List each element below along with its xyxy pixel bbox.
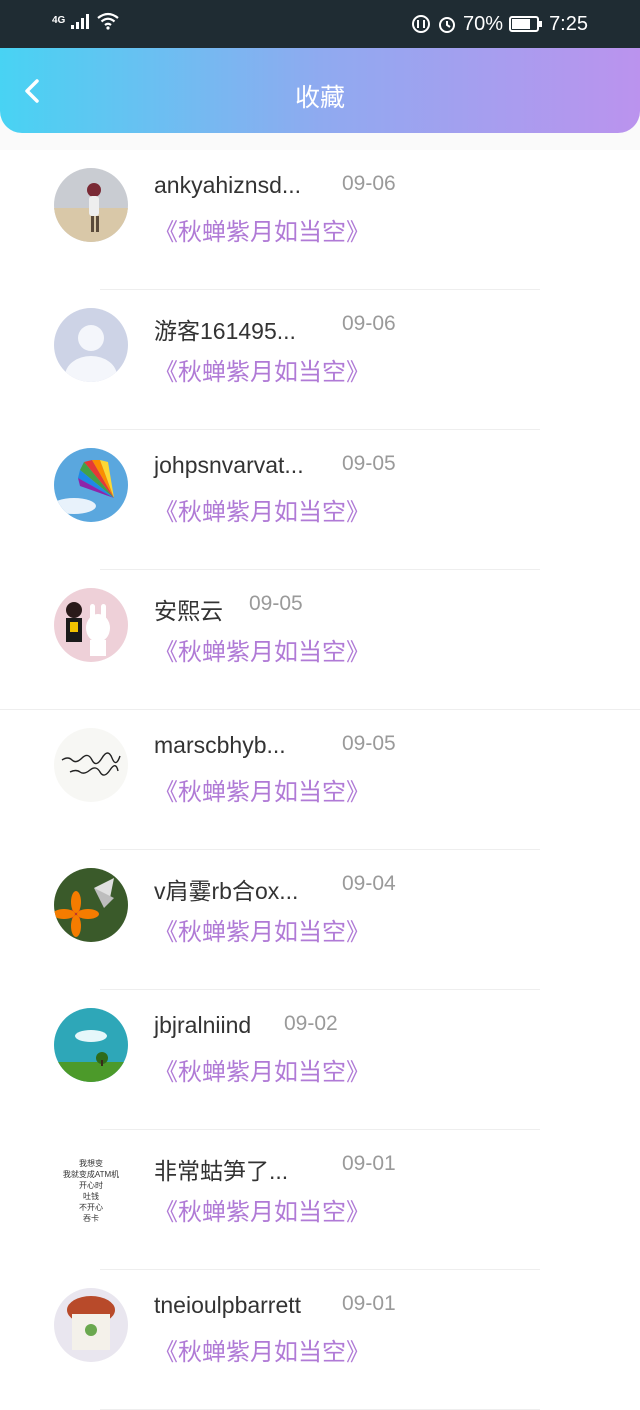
- user-name: 游客161495...: [154, 318, 296, 344]
- avatar[interactable]: [54, 448, 128, 522]
- favorite-date: 09-05: [342, 452, 396, 475]
- user-name: 非常蛄笋了...: [154, 1158, 289, 1184]
- list-item[interactable]: 游客161495... 09-06 《秋蝉紫月如当空》: [0, 290, 640, 430]
- work-title[interactable]: 《秋蝉紫月如当空》: [154, 772, 370, 807]
- clock: 7:25: [549, 13, 588, 35]
- favorite-date: 09-01: [342, 1292, 396, 1315]
- data-saver-icon: [412, 15, 431, 33]
- user-name: johpsnvarvat...: [154, 452, 304, 478]
- avatar[interactable]: [54, 1288, 128, 1362]
- favorites-list: ankyahiznsd... 09-06 《秋蝉紫月如当空》 游客161495.…: [0, 150, 640, 1410]
- favorite-date: 09-05: [249, 592, 303, 615]
- list-item[interactable]: tneioulpbarrett 09-01 《秋蝉紫月如当空》: [0, 1270, 640, 1410]
- avatar[interactable]: [54, 1008, 128, 1082]
- favorite-date: 09-06: [342, 312, 396, 335]
- list-item[interactable]: ankyahiznsd... 09-06 《秋蝉紫月如当空》: [0, 150, 640, 290]
- favorite-date: 09-06: [342, 172, 396, 195]
- work-title[interactable]: 《秋蝉紫月如当空》: [154, 912, 370, 947]
- list-item[interactable]: v肩霎rb合ox... 09-04 《秋蝉紫月如当空》: [0, 850, 640, 990]
- favorite-date: 09-02: [284, 1012, 338, 1035]
- work-title[interactable]: 《秋蝉紫月如当空》: [154, 212, 370, 247]
- user-name: ankyahiznsd...: [154, 172, 302, 198]
- page-title: 收藏: [294, 84, 345, 112]
- avatar[interactable]: [54, 728, 128, 802]
- avatar[interactable]: 我想变 我就变成ATM机 开心时 吐钱 不开心 吞卡: [54, 1148, 128, 1222]
- user-name: 安熙云: [154, 598, 223, 624]
- avatar[interactable]: [54, 308, 128, 382]
- battery-icon: [509, 16, 543, 32]
- header-bar: 收藏: [0, 48, 640, 133]
- work-title[interactable]: 《秋蝉紫月如当空》: [154, 492, 370, 527]
- user-name: v肩霎rb合ox...: [154, 878, 299, 904]
- avatar[interactable]: [54, 868, 128, 942]
- user-name: jbjralniind: [154, 1012, 252, 1038]
- favorite-date: 09-01: [342, 1152, 396, 1175]
- list-item[interactable]: marscbhyb... 09-05 《秋蝉紫月如当空》: [0, 710, 640, 850]
- battery-percent: 70%: [463, 13, 504, 35]
- list-item[interactable]: jbjralniind 09-02 《秋蝉紫月如当空》: [0, 990, 640, 1130]
- user-name: tneioulpbarrett: [154, 1292, 302, 1318]
- work-title[interactable]: 《秋蝉紫月如当空》: [154, 1052, 370, 1087]
- list-item[interactable]: johpsnvarvat... 09-05 《秋蝉紫月如当空》: [0, 430, 640, 570]
- list-item[interactable]: 安熙云 09-05 《秋蝉紫月如当空》: [0, 570, 640, 710]
- favorite-date: 09-05: [342, 732, 396, 755]
- avatar-text: 我想变 我就变成ATM机 开心时 吐钱 不开心 吞卡: [62, 1159, 120, 1222]
- network-type: 4G: [52, 15, 66, 26]
- signal-icon: [71, 14, 90, 29]
- status-bar: 4G 70% 7:25: [0, 0, 640, 48]
- work-title[interactable]: 《秋蝉紫月如当空》: [154, 1332, 370, 1367]
- work-title[interactable]: 《秋蝉紫月如当空》: [154, 632, 370, 667]
- avatar[interactable]: [54, 168, 128, 242]
- user-name: marscbhyb...: [154, 732, 286, 758]
- list-item[interactable]: 我想变 我就变成ATM机 开心时 吐钱 不开心 吞卡 非常蛄笋了... 09-0…: [0, 1130, 640, 1270]
- avatar[interactable]: [54, 588, 128, 662]
- alarm-icon: [439, 17, 456, 33]
- work-title[interactable]: 《秋蝉紫月如当空》: [154, 352, 370, 387]
- work-title[interactable]: 《秋蝉紫月如当空》: [154, 1192, 370, 1227]
- favorite-date: 09-04: [342, 872, 396, 895]
- wifi-icon: [97, 12, 120, 30]
